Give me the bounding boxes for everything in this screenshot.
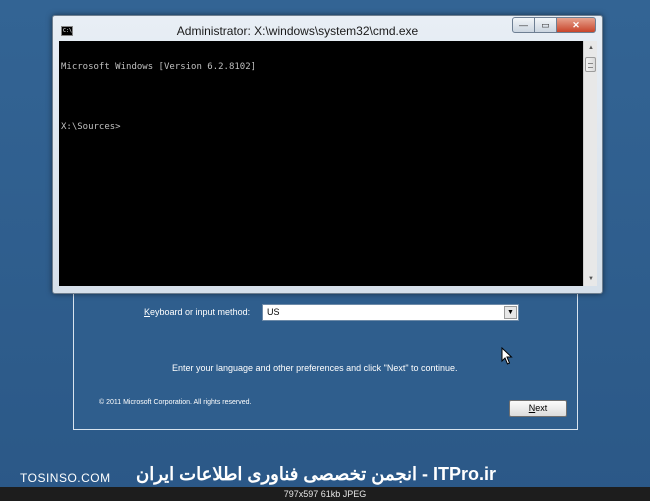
- console-output[interactable]: Microsoft Windows [Version 6.2.8102] X:\…: [59, 41, 583, 286]
- cmd-titlebar[interactable]: C:\ Administrator: X:\windows\system32\c…: [53, 16, 602, 44]
- console-line: Microsoft Windows [Version 6.2.8102]: [61, 62, 257, 72]
- console-prompt: X:\Sources>: [61, 122, 121, 132]
- watermark-site: TOSINSO.COM: [20, 471, 111, 485]
- copyright-text: © 2011 Microsoft Corporation. All rights…: [99, 399, 252, 406]
- scroll-down-icon[interactable]: ▼: [584, 272, 598, 286]
- minimize-button[interactable]: —: [512, 17, 535, 33]
- keyboard-label: Keyboard or input method:: [144, 307, 251, 317]
- scrollbar-thumb[interactable]: [585, 57, 596, 72]
- next-button[interactable]: Next: [509, 400, 567, 417]
- vertical-scrollbar[interactable]: ▲ ▼: [583, 41, 597, 286]
- window-controls: — ▭ ✕: [512, 17, 596, 33]
- setup-hint-text: Enter your language and other preference…: [172, 363, 458, 373]
- watermark-bar: TOSINSO.COM انجمن تخصصی فناوری اطلاعات ا…: [0, 462, 650, 486]
- image-info-strip: 797x597 61kb JPEG: [0, 487, 650, 501]
- mouse-cursor-icon: [501, 347, 513, 365]
- cmd-window[interactable]: C:\ Administrator: X:\windows\system32\c…: [52, 15, 603, 294]
- watermark-forum: انجمن تخصصی فناوری اطلاعات ایران - ITPro…: [136, 464, 497, 484]
- scroll-up-icon[interactable]: ▲: [584, 41, 598, 55]
- maximize-button[interactable]: ▭: [534, 17, 557, 33]
- chevron-down-icon[interactable]: ▼: [504, 306, 517, 319]
- keyboard-select-value: US: [267, 307, 280, 317]
- keyboard-select[interactable]: US ▼: [262, 304, 519, 321]
- close-button[interactable]: ✕: [556, 17, 596, 33]
